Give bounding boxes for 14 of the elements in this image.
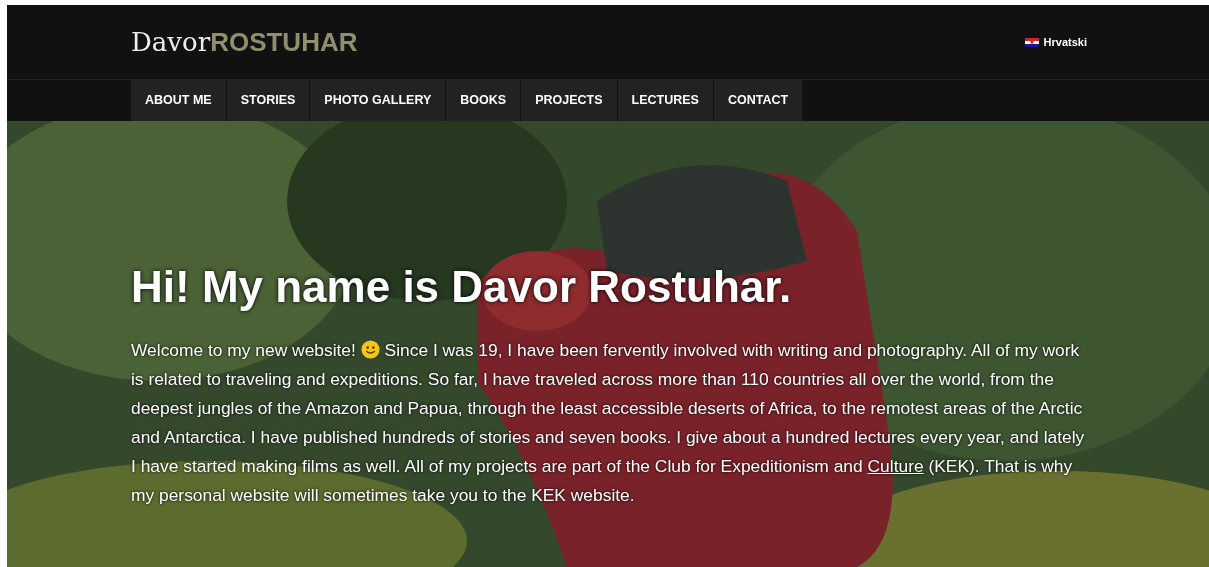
nav-link[interactable]: BOOKS [446,80,522,121]
hero-heading: Hi! My name is Davor Rostuhar. [131,261,793,313]
nav-link[interactable]: CONTACT [713,80,804,121]
site-logo[interactable]: DavorROSTUHAR [131,22,358,62]
nav-link[interactable]: LECTURES [617,80,714,121]
nav-link[interactable]: PHOTO GALLERY [310,80,447,121]
intro-paragraph: Welcome to my new website! Since I was 19, I have been fervently involved with writing and photography. All of my work is related to traveling and expeditions. So far, I have traveled across more than 110 countries all over the world, from the deepest jungles of the Amazon and Papua, through the least accessible deserts of Africa, to the remotest areas of the Arctic and Antarctica. I have published hundreds of stories and seven books. I give about a hundred lectures every year, and lately I have started making films as well. All of my projects are part of the Club for Expeditionism and Culture (KEK). That is why my personal website will sometimes take you to the KEK website. [131,338,1086,507]
language-link[interactable]: Hrvatski [1024,33,1087,51]
croatian-flag-icon [1024,37,1039,47]
nav-link[interactable]: STORIES [226,80,311,121]
nav-link[interactable]: PROJECTS [521,80,618,121]
culture-link[interactable]: Culture [867,455,924,476]
nav-link[interactable]: ABOUT ME [131,80,227,121]
smiley-icon [360,339,380,359]
